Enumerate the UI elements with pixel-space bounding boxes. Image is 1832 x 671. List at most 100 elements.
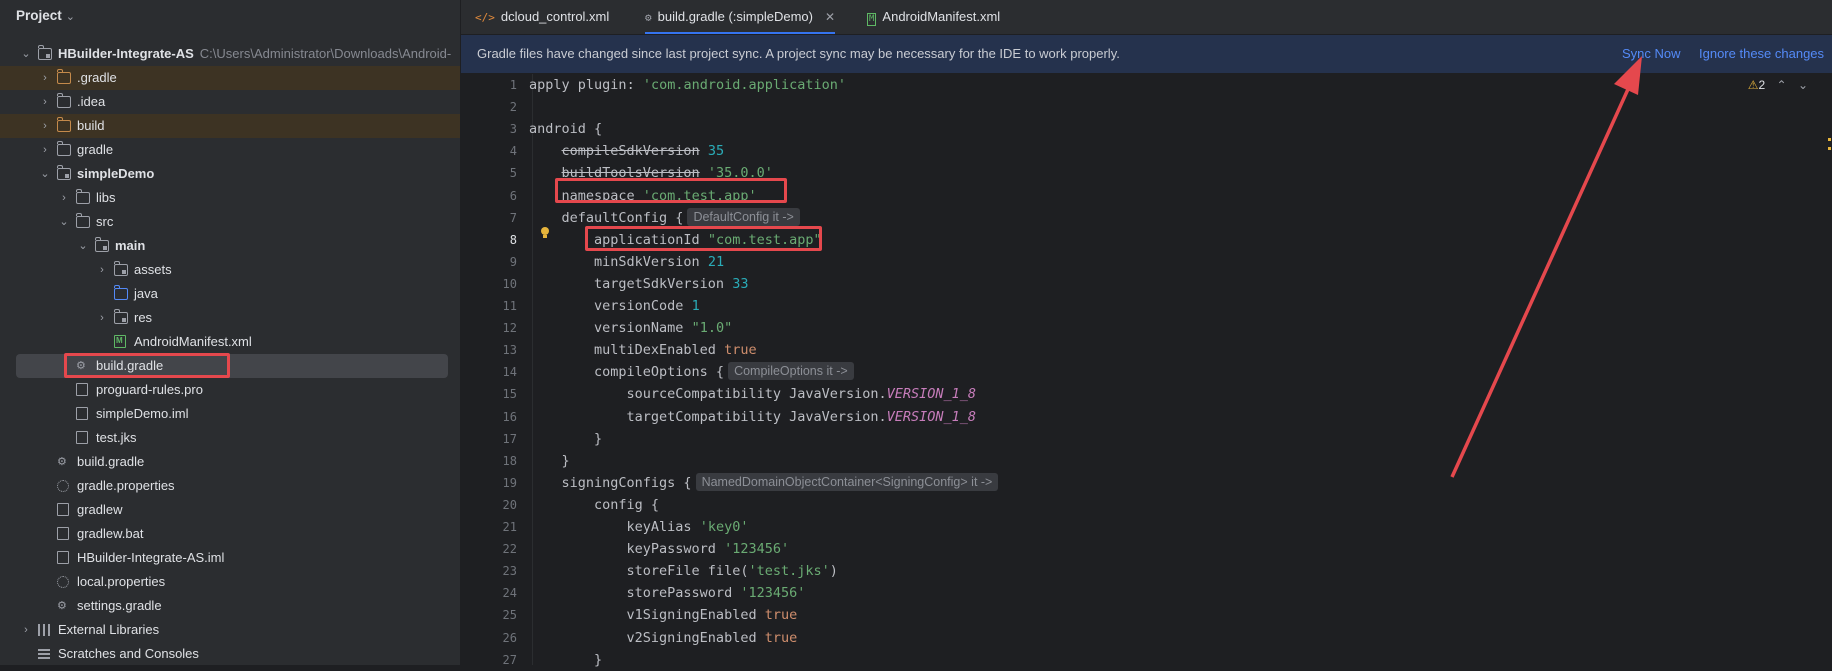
tree-item[interactable]: gradlew bbox=[0, 498, 460, 522]
code-line[interactable]: targetCompatibility JavaVersion.VERSION_… bbox=[529, 406, 977, 428]
chevron-down-icon[interactable]: ⌄ bbox=[1798, 78, 1808, 92]
line-number: 9 bbox=[509, 254, 517, 269]
tree-item[interactable]: › assets bbox=[0, 258, 460, 282]
tab-build-gradle-simpledemo[interactable]: ⚙ build.gradle (:simpleDemo) ✕ bbox=[645, 0, 836, 34]
tree-item-label: res bbox=[134, 310, 153, 325]
chevron-down-icon[interactable]: ⌄ bbox=[58, 210, 70, 234]
code-line[interactable]: compileOptions {CompileOptions it -> bbox=[529, 361, 854, 383]
code-line[interactable]: } bbox=[529, 649, 602, 671]
tree-item-label: gradlew.bat bbox=[77, 526, 144, 541]
line-number: 25 bbox=[502, 608, 517, 623]
line-number-gutter: 1 2 3 4 5 6 7 8 9 10 11 12 13 14 15 16 17 18 19 20 21 22 23 24 2… bbox=[461, 74, 525, 667]
tree-item[interactable]: ⌄ simpleDemo bbox=[0, 162, 460, 186]
code-line[interactable]: } bbox=[529, 428, 602, 450]
scrollbar-warning-mark[interactable] bbox=[1828, 138, 1831, 141]
tree-item[interactable]: › build bbox=[0, 114, 460, 138]
code-line[interactable]: apply plugin: 'com.android.application' bbox=[529, 74, 846, 96]
tree-item-label: simpleDemo bbox=[77, 166, 155, 181]
chevron-right-icon[interactable]: › bbox=[39, 138, 51, 162]
tree-item[interactable]: › External Libraries bbox=[0, 618, 460, 642]
tree-item[interactable]: ⌄ src bbox=[0, 210, 460, 234]
file-icon bbox=[57, 503, 69, 516]
chevron-right-icon[interactable]: › bbox=[39, 90, 51, 114]
tree-item[interactable]: ⌄ HBuilder-Integrate-AS C:\Users\Administr… bbox=[0, 42, 460, 66]
tree-item[interactable]: AndroidManifest.xml bbox=[0, 329, 460, 354]
chevron-right-icon[interactable]: › bbox=[39, 66, 51, 90]
line-number: 1 bbox=[509, 78, 517, 92]
code-line[interactable]: versionCode 1 bbox=[529, 295, 700, 317]
line-number: 11 bbox=[502, 299, 517, 313]
gear-icon bbox=[57, 576, 69, 588]
chevron-right-icon[interactable]: › bbox=[39, 114, 51, 138]
ignore-changes-link[interactable]: Ignore these changes bbox=[1699, 35, 1824, 73]
code-line[interactable]: minSdkVersion 21 bbox=[529, 251, 724, 273]
code-line[interactable]: storePassword '123456' bbox=[529, 582, 806, 604]
code-line[interactable]: config { bbox=[529, 494, 659, 516]
tree-item[interactable]: ⌄ main bbox=[0, 234, 460, 258]
code-line[interactable]: v2SigningEnabled true bbox=[529, 627, 798, 649]
tree-item[interactable]: › .gradle bbox=[0, 66, 460, 90]
code-line[interactable]: keyPassword '123456' bbox=[529, 538, 790, 560]
project-panel: Project ⌄ ⌄ HBuilder-Integrate-AS C:\Users\… bbox=[0, 0, 461, 665]
code-line[interactable]: keyAlias 'key0' bbox=[529, 516, 749, 538]
chevron-down-icon[interactable]: ⌄ bbox=[77, 234, 89, 258]
tree-item-label: HBuilder-Integrate-AS.iml bbox=[77, 550, 225, 565]
line-number: 16 bbox=[502, 409, 517, 424]
tree-item[interactable]: › .idea bbox=[0, 90, 460, 114]
tab-dcloud-control-xml[interactable]: </> dcloud_control.xml bbox=[475, 0, 609, 34]
tab-androidmanifest-xml[interactable]: M AndroidManifest.xml bbox=[867, 0, 1000, 34]
line-number: 13 bbox=[502, 343, 517, 358]
scrollbar-warning-mark[interactable] bbox=[1828, 147, 1831, 150]
code-line[interactable]: signingConfigs {NamedDomainObjectContain… bbox=[529, 472, 999, 494]
line-number: 2 bbox=[509, 100, 517, 115]
inspection-widget[interactable]: ⚠2 ⌃ ⌄ bbox=[1748, 78, 1808, 92]
chevron-up-icon[interactable]: ⌃ bbox=[1777, 78, 1787, 92]
tree-item-label: build.gradle bbox=[77, 454, 145, 469]
tree-item[interactable]: › gradle bbox=[0, 138, 460, 162]
tree-item-label: test.jks bbox=[96, 430, 137, 445]
tree-item[interactable]: simpleDemo.iml bbox=[0, 402, 460, 426]
tree-item[interactable]: Scratches and Consoles bbox=[0, 642, 460, 665]
tree-item[interactable]: java bbox=[0, 282, 460, 306]
line-number: 20 bbox=[502, 497, 517, 512]
sync-now-link[interactable]: Sync Now bbox=[1622, 35, 1681, 73]
close-icon[interactable]: ✕ bbox=[825, 10, 835, 24]
code-line[interactable]: sourceCompatibility JavaVersion.VERSION_… bbox=[529, 383, 977, 405]
tree-item-label: gradle.properties bbox=[77, 478, 175, 493]
code-line[interactable]: targetSdkVersion 33 bbox=[529, 273, 748, 295]
project-view-selector[interactable]: Project ⌄ bbox=[0, 0, 460, 32]
code-line[interactable]: storeFile file('test.jks') bbox=[529, 560, 838, 582]
code-line[interactable]: android { bbox=[529, 118, 602, 140]
code-line[interactable]: v1SigningEnabled true bbox=[529, 604, 798, 626]
code-editor[interactable]: apply plugin: 'com.android.application' a… bbox=[529, 74, 1832, 668]
scratch-icon bbox=[38, 648, 50, 660]
tree-item[interactable]: proguard-rules.pro bbox=[0, 378, 460, 402]
warning-count: 2 bbox=[1758, 78, 1766, 92]
chevron-right-icon[interactable]: › bbox=[96, 306, 108, 330]
tree-item[interactable]: local.properties bbox=[0, 570, 460, 594]
chevron-down-icon[interactable]: ⌄ bbox=[39, 162, 51, 186]
chevron-right-icon[interactable]: › bbox=[20, 618, 32, 642]
tree-item[interactable]: test.jks bbox=[0, 426, 460, 450]
tree-item-label: main bbox=[115, 238, 146, 253]
chevron-right-icon[interactable]: › bbox=[58, 186, 70, 210]
tree-item[interactable]: gradlew.bat bbox=[0, 522, 460, 546]
banner-message: Gradle files have changed since last pro… bbox=[477, 46, 1120, 61]
code-line[interactable]: versionName "1.0" bbox=[529, 317, 732, 339]
annotation-box-namespace bbox=[555, 178, 787, 203]
chevron-right-icon[interactable]: › bbox=[96, 258, 108, 282]
code-line[interactable]: } bbox=[529, 450, 570, 472]
tree-item-label: java bbox=[134, 286, 158, 301]
tree-item[interactable]: gradle.properties bbox=[0, 474, 460, 498]
line-number: 6 bbox=[509, 188, 517, 203]
tree-item[interactable]: HBuilder-Integrate-AS.iml bbox=[0, 546, 460, 570]
gear-icon bbox=[57, 480, 69, 492]
tree-item[interactable]: ⚙ build.gradle bbox=[0, 450, 460, 474]
code-line[interactable]: compileSdkVersion 35 bbox=[529, 140, 725, 162]
tree-item[interactable]: › res bbox=[0, 306, 460, 330]
folder-icon bbox=[56, 93, 71, 108]
tree-item[interactable]: › libs bbox=[0, 186, 460, 210]
chevron-down-icon[interactable]: ⌄ bbox=[20, 42, 32, 66]
code-line[interactable]: multiDexEnabled true bbox=[529, 339, 757, 361]
tree-item[interactable]: ⚙ settings.gradle bbox=[0, 594, 460, 618]
